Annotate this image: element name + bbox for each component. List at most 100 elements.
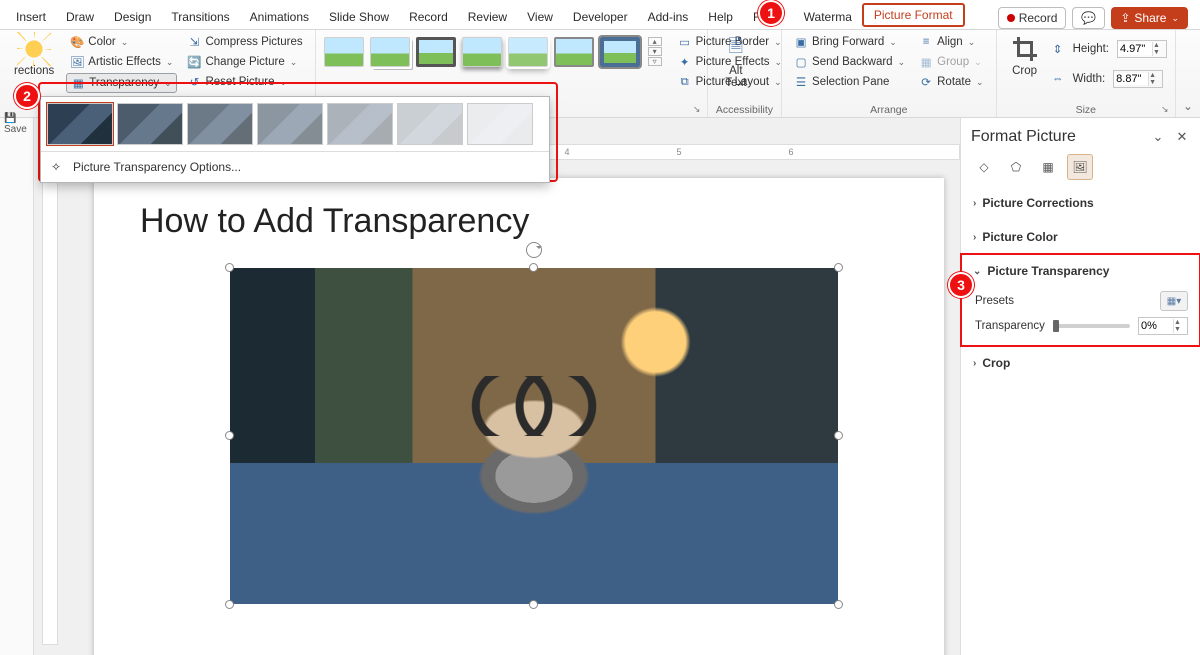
- transparency-preset-60[interactable]: [327, 103, 393, 145]
- slide-canvas[interactable]: How to Add Transparency: [94, 178, 944, 655]
- section-label: Picture Transparency: [987, 264, 1109, 278]
- picture-transparency-options-item[interactable]: ✧ Picture Transparency Options...: [41, 151, 549, 182]
- section-crop: › Crop: [961, 346, 1200, 380]
- pane-tab-picture[interactable]: 🖼: [1067, 154, 1093, 180]
- section-header[interactable]: › Picture Color: [973, 226, 1188, 248]
- reset-icon: ↺: [187, 75, 201, 89]
- tab-view[interactable]: View: [517, 4, 563, 29]
- pane-options-icon[interactable]: ⌄: [1150, 129, 1166, 145]
- style-thumb[interactable]: [370, 37, 410, 67]
- style-thumb[interactable]: [554, 37, 594, 67]
- width-label: Width:: [1073, 73, 1106, 85]
- style-thumb[interactable]: [324, 37, 364, 67]
- style-thumb[interactable]: [416, 37, 456, 67]
- send-backward-button[interactable]: ▢ Send Backward ⌄: [790, 53, 909, 71]
- selected-picture[interactable]: [230, 268, 838, 604]
- group-button[interactable]: ▦ Group ⌄: [915, 53, 987, 71]
- tab-insert[interactable]: Insert: [6, 4, 56, 29]
- scroll-down-icon[interactable]: ▾: [648, 47, 662, 56]
- compress-pictures-button[interactable]: ⇲ Compress Pictures: [183, 33, 306, 51]
- pane-tab-fill[interactable]: ◇: [971, 154, 997, 180]
- artistic-effects-button[interactable]: 🖼 Artistic Effects ⌄: [66, 53, 177, 71]
- color-button[interactable]: 🎨 Color ⌄: [66, 33, 177, 51]
- collapse-ribbon-icon[interactable]: ⌄: [1183, 99, 1193, 113]
- corrections-button[interactable]: rections: [8, 33, 60, 79]
- transparency-preset-90[interactable]: [467, 103, 533, 145]
- rotate-button[interactable]: ⟳ Rotate ⌄: [915, 73, 987, 91]
- tab-design[interactable]: Design: [104, 4, 161, 29]
- style-thumb[interactable]: [508, 37, 548, 67]
- chevron-down-icon: ⌄: [898, 57, 906, 68]
- tab-record[interactable]: Record: [399, 4, 458, 29]
- section-header[interactable]: ⌄ Picture Transparency: [973, 260, 1188, 282]
- chevron-down-icon: ⌄: [968, 37, 976, 48]
- palette-icon: 🎨: [70, 35, 84, 49]
- style-thumb[interactable]: [462, 37, 502, 67]
- tab-picture-format[interactable]: Picture Format: [862, 3, 965, 27]
- change-picture-icon: 🔄: [187, 55, 201, 69]
- transparency-slider[interactable]: [1053, 324, 1130, 328]
- size-dialog-launcher[interactable]: ↘: [1161, 104, 1173, 116]
- slide-title[interactable]: How to Add Transparency: [140, 202, 944, 241]
- transparency-options-label: Picture Transparency Options...: [73, 160, 241, 174]
- section-label: Crop: [982, 356, 1010, 370]
- tab-animations[interactable]: Animations: [240, 4, 319, 29]
- alt-text-button[interactable]: 🗎 Alt Text: [716, 33, 756, 91]
- tab-developer[interactable]: Developer: [563, 4, 638, 29]
- group-btn-label: Group: [937, 56, 969, 68]
- effects-icon: ✦: [678, 55, 692, 69]
- group-arrange: ▣ Bring Forward ⌄ ▢ Send Backward ⌄ ☰ Se…: [782, 30, 997, 117]
- sun-icon: [21, 36, 47, 62]
- record-button[interactable]: Record: [998, 7, 1067, 29]
- alt-text-label: Alt Text: [725, 65, 746, 89]
- share-button[interactable]: ⇪ Share ⌄: [1111, 7, 1188, 29]
- styles-gallery-more[interactable]: ▴ ▾ ▿: [648, 37, 662, 66]
- tab-addins[interactable]: Add-ins: [638, 4, 699, 29]
- transparency-preset-0[interactable]: [47, 103, 113, 145]
- pane-tab-effects[interactable]: ⬠: [1003, 154, 1029, 180]
- tab-help[interactable]: Help: [698, 4, 743, 29]
- transparency-button[interactable]: ▦ Transparency ⌄: [66, 73, 177, 93]
- transparency-preset-30[interactable]: [187, 103, 253, 145]
- tab-transitions[interactable]: Transitions: [161, 4, 239, 29]
- selection-pane-button[interactable]: ☰ Selection Pane: [790, 73, 909, 91]
- change-picture-button[interactable]: 🔄 Change Picture ⌄: [183, 53, 306, 71]
- artistic-icon: 🖼: [70, 55, 84, 69]
- crop-button[interactable]: Crop: [1005, 33, 1045, 79]
- comments-button[interactable]: 💬: [1072, 7, 1105, 29]
- width-input[interactable]: ▲▼: [1113, 70, 1163, 88]
- section-picture-corrections: › Picture Corrections: [961, 186, 1200, 220]
- height-label: Height:: [1073, 43, 1109, 55]
- transparency-preset-15[interactable]: [117, 103, 183, 145]
- pane-tab-size[interactable]: ▦: [1035, 154, 1061, 180]
- pane-title: Format Picture: [971, 128, 1076, 146]
- bring-forward-button[interactable]: ▣ Bring Forward ⌄: [790, 33, 909, 51]
- section-header[interactable]: › Crop: [973, 352, 1188, 374]
- tab-watermark[interactable]: Waterma: [794, 4, 862, 29]
- style-thumb-selected[interactable]: [600, 37, 640, 67]
- arrange-group-label: Arrange: [790, 103, 988, 116]
- transparency-label: Transparency: [89, 77, 159, 89]
- transparency-preset-45[interactable]: [257, 103, 323, 145]
- align-button[interactable]: ≡ Align ⌄: [915, 33, 987, 51]
- rotate-handle[interactable]: [526, 242, 542, 258]
- tab-draw[interactable]: Draw: [56, 4, 104, 29]
- close-icon[interactable]: ✕: [1174, 129, 1190, 145]
- transparency-dropdown: ✧ Picture Transparency Options...: [40, 96, 550, 183]
- tab-review[interactable]: Review: [458, 4, 517, 29]
- reset-picture-button[interactable]: ↺ Reset Picture ⌄: [183, 73, 306, 91]
- transparency-value-input[interactable]: ▲▼: [1138, 317, 1188, 335]
- send-backward-label: Send Backward: [812, 56, 893, 68]
- chevron-down-icon: ⌄: [974, 57, 982, 68]
- rotate-icon: ⟳: [919, 75, 933, 89]
- section-header[interactable]: › Picture Corrections: [973, 192, 1188, 214]
- scroll-up-icon[interactable]: ▴: [648, 37, 662, 46]
- corrections-label: rections: [14, 65, 54, 77]
- transparency-presets-button[interactable]: ▦▾: [1160, 291, 1188, 311]
- height-input[interactable]: ▲▼: [1117, 40, 1167, 58]
- transparency-preset-75[interactable]: [397, 103, 463, 145]
- styles-dialog-launcher[interactable]: ↘: [693, 104, 705, 116]
- tab-slideshow[interactable]: Slide Show: [319, 4, 399, 29]
- save-hint: 💾 Save: [4, 113, 33, 135]
- expand-gallery-icon[interactable]: ▿: [648, 57, 662, 66]
